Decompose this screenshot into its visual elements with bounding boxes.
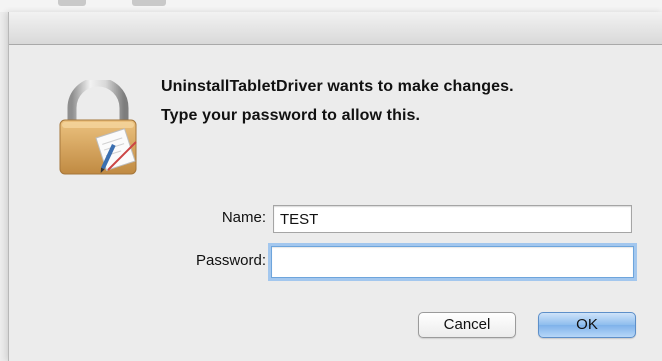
password-label: Password: xyxy=(195,252,266,269)
background-window xyxy=(0,0,662,12)
password-field[interactable] xyxy=(271,246,634,278)
cancel-button[interactable]: Cancel xyxy=(418,312,516,338)
dialog-titlebar[interactable] xyxy=(9,12,662,45)
name-field[interactable] xyxy=(273,205,632,233)
ok-button[interactable]: OK xyxy=(538,312,636,338)
background-window-detail xyxy=(132,0,166,6)
lock-icon xyxy=(59,80,137,175)
screen: UninstallTabletDriver wants to make chan… xyxy=(0,0,662,361)
background-window-detail xyxy=(58,0,86,6)
name-label: Name: xyxy=(221,209,266,226)
dialog-message-subtitle: Type your password to allow this. xyxy=(161,107,421,124)
dialog-message-title: UninstallTabletDriver wants to make chan… xyxy=(161,78,514,95)
authentication-dialog: UninstallTabletDriver wants to make chan… xyxy=(8,12,662,361)
